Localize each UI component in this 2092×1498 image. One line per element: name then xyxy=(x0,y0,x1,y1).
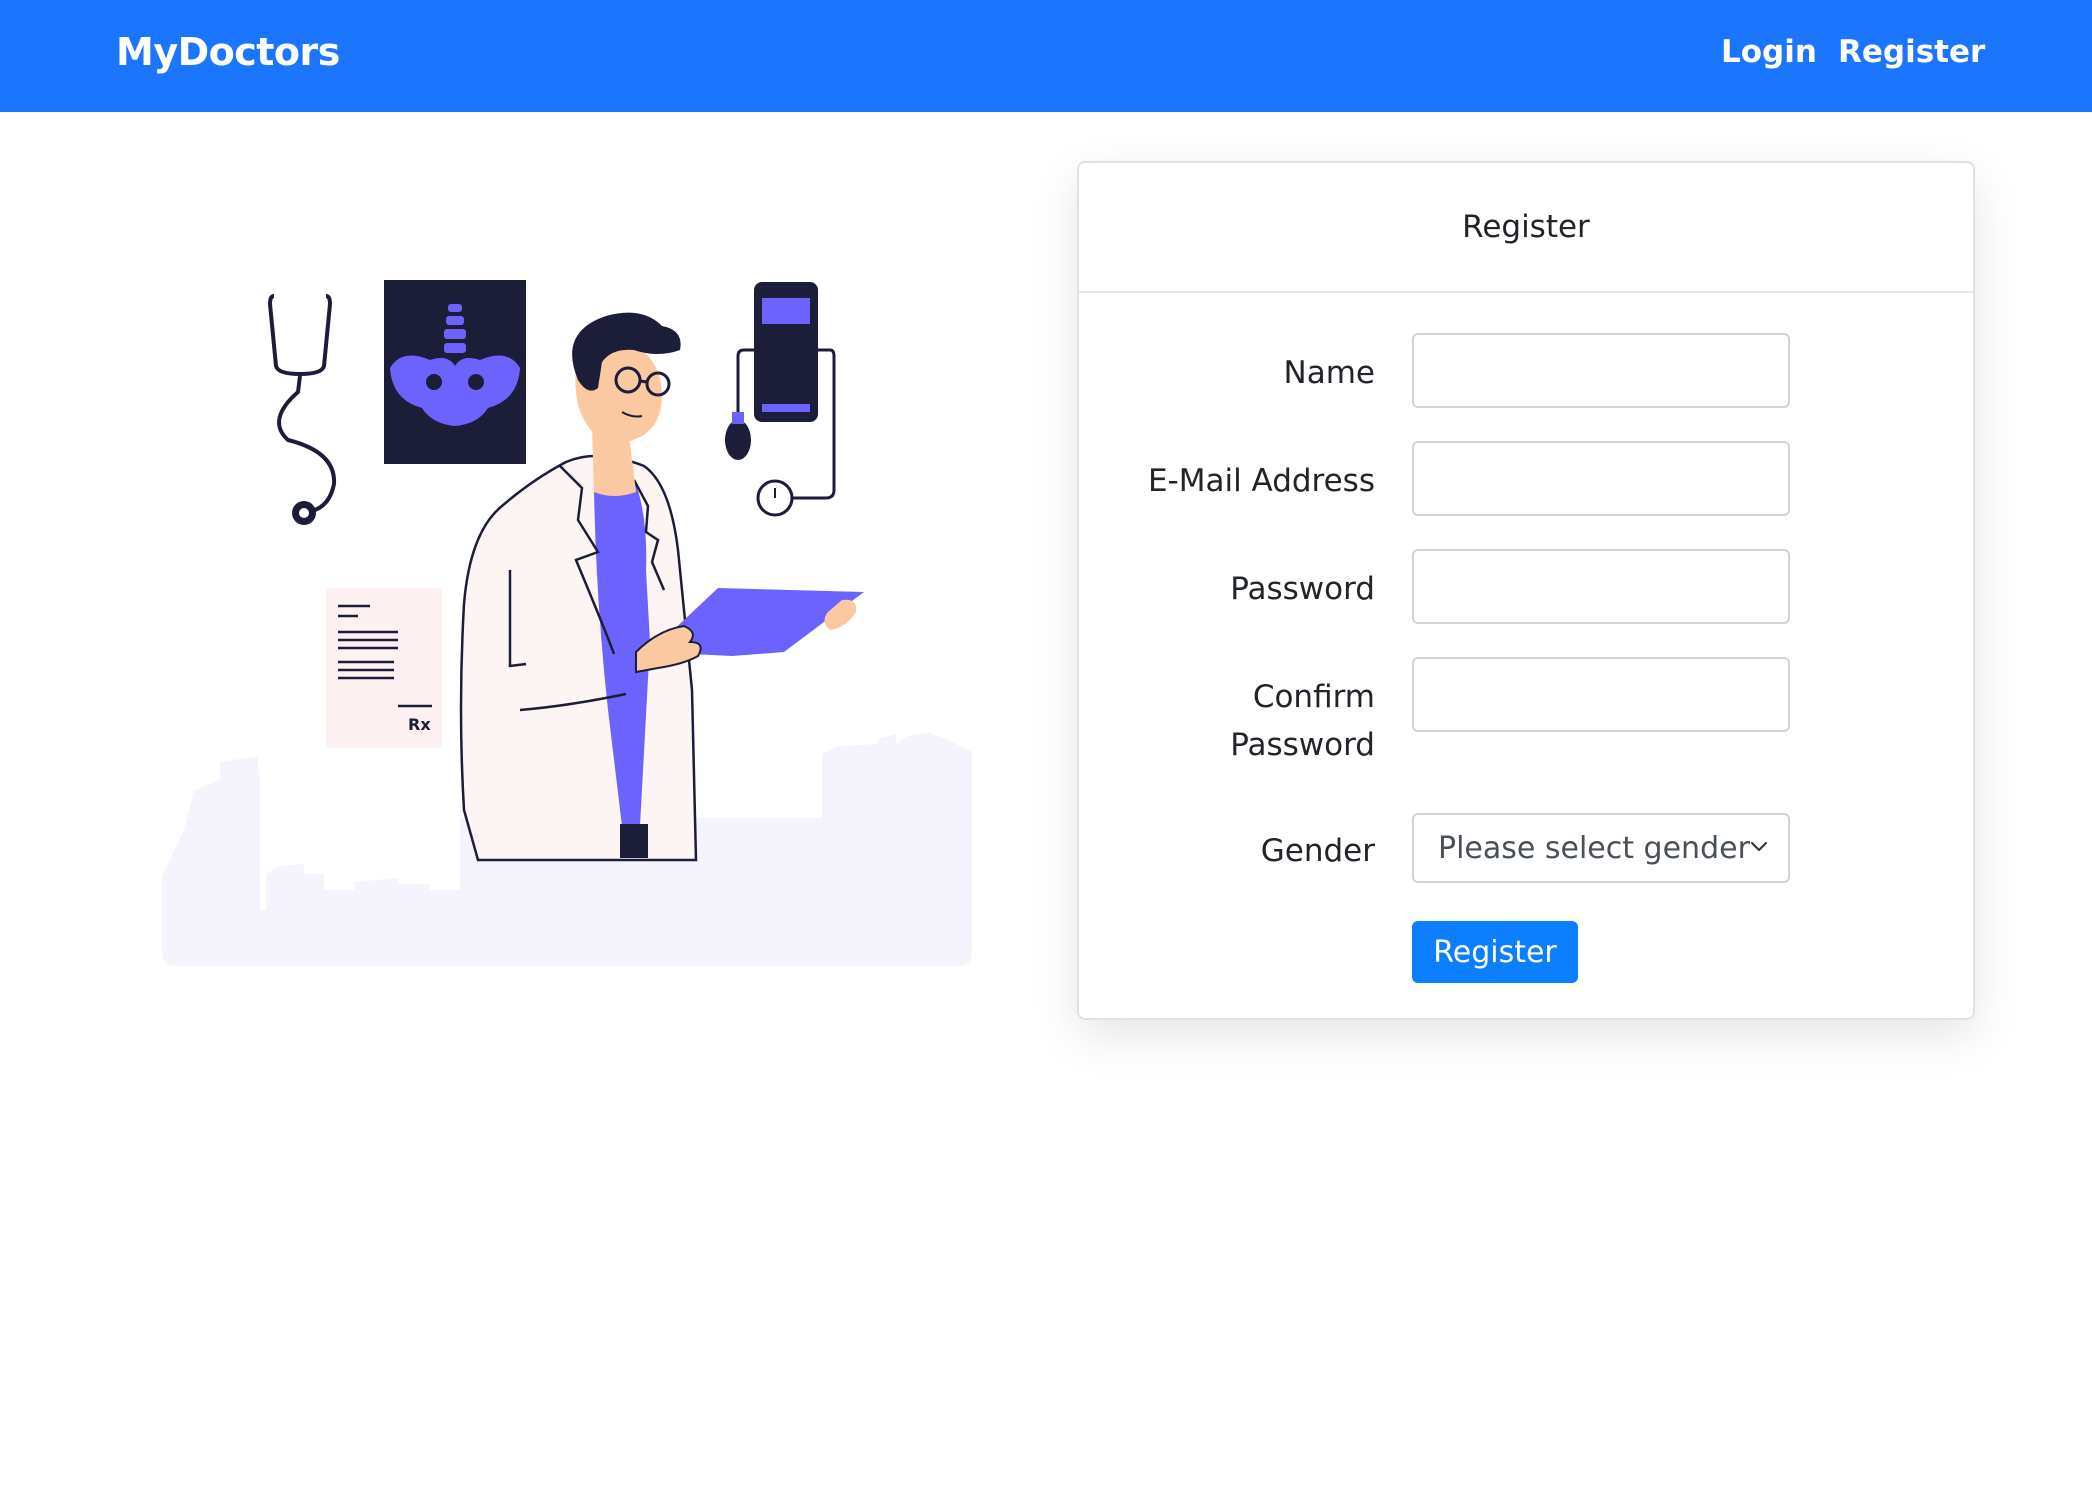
name-field[interactable] xyxy=(1412,333,1790,408)
password-field[interactable] xyxy=(1412,549,1790,624)
email-label: E-Mail Address xyxy=(1147,463,1375,499)
card-title: Register xyxy=(1462,209,1590,245)
confirm-password-field[interactable] xyxy=(1412,657,1790,732)
stethoscope-icon xyxy=(267,294,337,515)
gender-select-value: Please select gender xyxy=(1438,831,1750,866)
doctor-illustration: Rx xyxy=(162,280,972,966)
confirm-password-label-line1: Confirm xyxy=(1252,679,1375,715)
gender-label: Gender xyxy=(1260,833,1375,869)
password-label: Password xyxy=(1230,571,1375,607)
navbar: MyDoctors Login Register xyxy=(0,0,2092,112)
brand-logo[interactable]: MyDoctors xyxy=(116,30,340,74)
gender-select[interactable]: Please select gender xyxy=(1412,813,1790,883)
nav-login-link[interactable]: Login xyxy=(1721,34,1817,70)
nav-register-link[interactable]: Register xyxy=(1838,34,1985,70)
register-card: Register Name E-Mail Address Password Co… xyxy=(1077,161,1975,1020)
chevron-down-icon xyxy=(1750,841,1768,852)
confirm-password-label-line2: Password xyxy=(1230,727,1375,763)
name-label: Name xyxy=(1283,355,1375,391)
rx-label: Rx xyxy=(408,715,431,734)
bp-bulb xyxy=(725,420,751,460)
email-field[interactable] xyxy=(1412,441,1790,516)
register-submit-button[interactable]: Register xyxy=(1412,921,1578,983)
card-header: Register xyxy=(1079,163,1973,293)
